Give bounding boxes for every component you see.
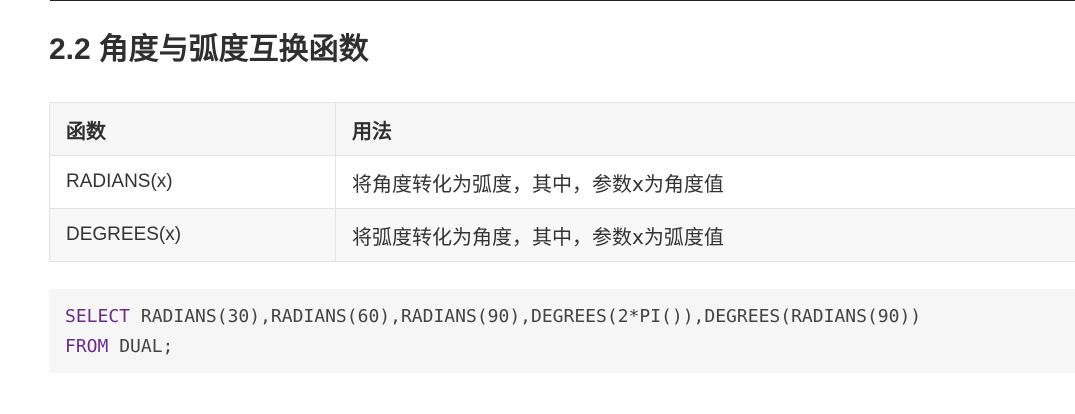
function-table: 函数 用法 RADIANS(x) 将角度转化为弧度，其中，参数x为角度值 DEG… — [49, 102, 1075, 262]
sql-keyword-from: FROM — [65, 336, 109, 357]
table-row: DEGREES(x) 将弧度转化为角度，其中，参数x为弧度值 — [49, 208, 1075, 262]
header-usage: 用法 — [335, 102, 1075, 156]
table-row: RADIANS(x) 将角度转化为弧度，其中，参数x为角度值 — [49, 155, 1075, 209]
function-usage-cell: 将弧度转化为角度，其中，参数x为弧度值 — [335, 208, 1075, 262]
function-name-cell: DEGREES(x) — [49, 208, 336, 262]
function-name-cell: RADIANS(x) — [49, 155, 336, 209]
function-usage-cell: 将角度转化为弧度，其中，参数x为角度值 — [335, 155, 1075, 209]
section-heading: 2.2 角度与弧度互换函数 — [49, 28, 369, 72]
section-number: 2.2 — [49, 33, 91, 66]
sql-from-table: DUAL; — [108, 336, 174, 357]
code-line-2: FROM DUAL; — [65, 332, 1059, 362]
table-header-row: 函数 用法 — [49, 102, 1075, 156]
code-line-1: SELECT RADIANS(30),RADIANS(60),RADIANS(9… — [65, 302, 1059, 332]
top-divider — [50, 0, 1075, 1]
sql-select-list: RADIANS(30),RADIANS(60),RADIANS(90),DEGR… — [130, 306, 922, 327]
sql-code-block[interactable]: SELECT RADIANS(30),RADIANS(60),RADIANS(9… — [49, 289, 1075, 373]
sql-keyword-select: SELECT — [65, 306, 131, 327]
header-function: 函数 — [49, 102, 336, 156]
section-title: 角度与弧度互换函数 — [98, 32, 369, 67]
document-page: 2.2 角度与弧度互换函数 函数 用法 RADIANS(x) 将角度转化为弧度，其… — [0, 0, 1075, 414]
